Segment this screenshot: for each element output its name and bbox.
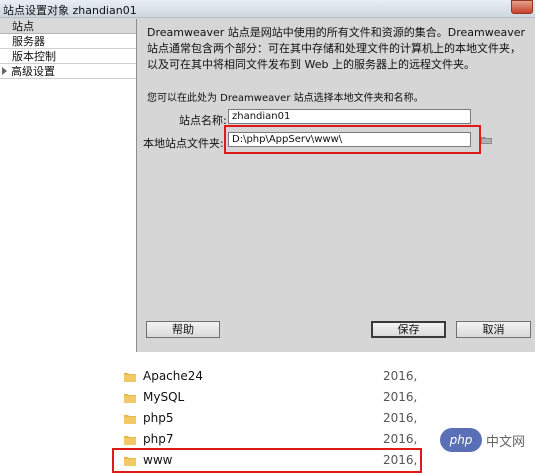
folder-icon [124, 394, 136, 403]
list-item[interactable]: MySQL 2016, [118, 388, 418, 409]
help-button[interactable]: 帮助 [146, 321, 220, 338]
sidebar-item-label: 版本控制 [12, 50, 56, 63]
content-panel: Dreamweaver 站点是网站中使用的所有文件和资源的集合。Dreamwea… [137, 19, 535, 352]
sidebar-item-servers[interactable]: 服务器 [0, 34, 136, 49]
sidebar-item-advanced[interactable]: 高级设置 [0, 64, 136, 79]
list-item[interactable]: php5 2016, [118, 409, 418, 430]
file-name: MySQL [143, 390, 185, 404]
cancel-button[interactable]: 取消 [456, 321, 531, 338]
save-button[interactable]: 保存 [371, 321, 446, 338]
file-name: php7 [143, 432, 174, 446]
folder-icon [124, 436, 136, 445]
file-name: php5 [143, 411, 174, 425]
file-date: 2016, [383, 390, 418, 404]
browse-folder-icon[interactable] [481, 136, 492, 144]
expand-arrow-icon[interactable] [2, 67, 7, 75]
sidebar-item-label: 服务器 [12, 35, 45, 48]
file-name: Apache24 [143, 369, 204, 383]
hint-text: 您可以在此处为 Dreamweaver 站点选择本地文件夹和名称。 [147, 93, 424, 104]
file-date: 2016, [383, 432, 418, 446]
highlight-box [224, 125, 481, 154]
window-title: 站点设置对象 zhandian01 [3, 4, 137, 17]
folder-icon [124, 373, 136, 382]
sidebar-item-label: 高级设置 [11, 65, 55, 78]
file-date: 2016, [383, 411, 418, 425]
site-setup-dialog: 站点设置对象 zhandian01 站点 服务器 版本控制 高级设置 Dream… [0, 0, 535, 352]
sidebar-item-version-control[interactable]: 版本控制 [0, 49, 136, 64]
file-date: 2016, [383, 369, 418, 383]
close-button[interactable] [511, 0, 533, 14]
file-list: Apache24 2016, MySQL 2016, php5 2016, ph… [0, 353, 535, 473]
local-folder-label: 本地站点文件夹: [143, 137, 224, 150]
screenshot-root: 站点设置对象 zhandian01 站点 服务器 版本控制 高级设置 Dream… [0, 0, 535, 473]
site-name-input[interactable]: zhandian01 [228, 109, 471, 124]
site-name-label: 站点名称: [179, 114, 227, 127]
watermark-logo: php [440, 428, 482, 452]
highlight-box [112, 448, 422, 473]
watermark-text: 中文网 [486, 435, 526, 450]
watermark: php 中文网 [440, 428, 535, 452]
sidebar-item-site[interactable]: 站点 [0, 19, 136, 34]
sidebar: 站点 服务器 版本控制 高级设置 [0, 19, 137, 352]
folder-icon [124, 415, 136, 424]
site-description: Dreamweaver 站点是网站中使用的所有文件和资源的集合。Dreamwea… [147, 26, 526, 71]
sidebar-item-label: 站点 [12, 20, 34, 33]
title-bar: 站点设置对象 zhandian01 [0, 0, 535, 18]
list-item[interactable]: Apache24 2016, [118, 367, 418, 388]
